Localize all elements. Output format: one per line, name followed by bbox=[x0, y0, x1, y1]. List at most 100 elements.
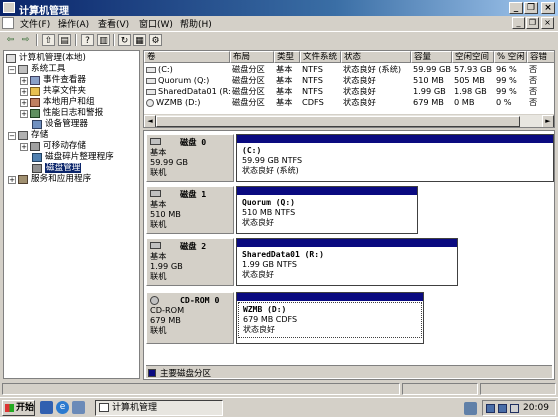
menu-window[interactable]: 窗口(W) bbox=[139, 17, 173, 30]
title-bar[interactable]: 计算机管理 _ ❐ × bbox=[0, 0, 558, 17]
expand-icon[interactable]: + bbox=[8, 175, 16, 184]
scroll-thumb[interactable] bbox=[156, 116, 520, 127]
mdi-close-button[interactable]: × bbox=[541, 17, 554, 29]
storage-icon bbox=[18, 131, 28, 140]
start-button[interactable]: 开始 bbox=[2, 400, 35, 416]
tray-network-icon[interactable] bbox=[464, 402, 477, 415]
taskbar-button-computer-management[interactable]: 计算机管理 bbox=[95, 400, 223, 416]
tray-icon[interactable] bbox=[498, 404, 507, 413]
column-header-status[interactable]: 状态 bbox=[341, 51, 411, 63]
quicklaunch-explorer-icon[interactable] bbox=[72, 401, 85, 414]
cd-drive-icon bbox=[150, 296, 159, 305]
disk-info[interactable]: 磁盘 1 基本 510 MB 联机 bbox=[146, 186, 234, 234]
quicklaunch-ie-icon[interactable]: e bbox=[56, 401, 69, 414]
column-header-fault-tolerance[interactable]: 容错 bbox=[527, 51, 554, 63]
expand-icon[interactable]: + bbox=[20, 109, 28, 118]
export-list-icon[interactable]: ▦ bbox=[133, 34, 146, 46]
cd-icon bbox=[146, 98, 154, 107]
clock[interactable]: 20:09 bbox=[523, 401, 549, 415]
column-header-type[interactable]: 类型 bbox=[274, 51, 300, 63]
horizontal-scrollbar[interactable]: ◄ ► bbox=[144, 114, 554, 127]
disk-info[interactable]: 磁盘 0 基本 59.99 GB 联机 bbox=[146, 134, 234, 182]
column-header-layout[interactable]: 布局 bbox=[230, 51, 274, 63]
computer-management-icon bbox=[99, 403, 109, 412]
forward-icon[interactable]: ⇨ bbox=[19, 34, 32, 46]
partition-block[interactable]: (C:) 59.99 GB NTFS 状态良好 (系统) bbox=[236, 134, 554, 182]
primary-partition-bar bbox=[237, 135, 553, 143]
menu-help[interactable]: 帮助(H) bbox=[180, 17, 212, 30]
tree-item-storage[interactable]: − 存储 bbox=[8, 130, 48, 141]
hard-disk-icon bbox=[150, 242, 161, 249]
disk-info[interactable]: CD-ROM 0 CD-ROM 679 MB 联机 bbox=[146, 292, 234, 344]
tree-item-disk-management[interactable]: 磁盘管理 bbox=[32, 163, 82, 174]
volume-list[interactable]: 卷 布局 类型 文件系统 状态 容量 空闲空间 % 空闲 容错 (C:) 磁盘分… bbox=[143, 50, 555, 128]
tree-item-local-users[interactable]: + 本地用户和组 bbox=[20, 97, 95, 108]
tree-item-defragmenter[interactable]: 磁盘碎片整理程序 bbox=[32, 152, 114, 163]
tray-volume-icon[interactable] bbox=[510, 404, 519, 413]
tree-item-performance-logs[interactable]: + 性能日志和警报 bbox=[20, 108, 103, 119]
disk-row[interactable]: 磁盘 1 基本 510 MB 联机 Quorum (Q:) 510 MB NTF… bbox=[146, 186, 554, 234]
mdi-minimize-button[interactable]: _ bbox=[512, 17, 525, 29]
menu-action[interactable]: 操作(A) bbox=[58, 17, 89, 30]
tree-item-shared-folders[interactable]: + 共享文件夹 bbox=[20, 86, 86, 97]
table-row[interactable]: (C:) 磁盘分区 基本 NTFS 状态良好 (系统) 59.99 GB 57.… bbox=[144, 64, 554, 75]
console-icon[interactable] bbox=[2, 17, 14, 29]
column-header-percent-free[interactable]: % 空闲 bbox=[494, 51, 527, 63]
performance-icon bbox=[30, 109, 40, 118]
menu-file[interactable]: 文件(F) bbox=[20, 17, 50, 30]
table-row[interactable]: WZMB (D:) 磁盘分区 基本 CDFS 状态良好 679 MB 0 MB … bbox=[144, 97, 554, 108]
tree-root[interactable]: 计算机管理(本地) bbox=[6, 53, 86, 64]
mdi-restore-button[interactable]: ❐ bbox=[526, 17, 539, 29]
column-header-capacity[interactable]: 容量 bbox=[411, 51, 452, 63]
window-title: 计算机管理 bbox=[19, 6, 69, 17]
help-icon[interactable]: ? bbox=[81, 34, 94, 46]
collapse-icon[interactable]: − bbox=[8, 131, 16, 140]
expand-icon[interactable]: + bbox=[20, 87, 28, 96]
expand-icon[interactable]: + bbox=[20, 98, 28, 107]
disk-management-icon bbox=[32, 164, 42, 173]
expand-icon[interactable]: + bbox=[20, 142, 28, 151]
refresh-icon[interactable]: ↻ bbox=[118, 34, 131, 46]
event-viewer-icon bbox=[30, 76, 40, 85]
scroll-left-icon[interactable]: ◄ bbox=[144, 115, 156, 127]
disk-row[interactable]: 磁盘 0 基本 59.99 GB 联机 (C:) 59.99 GB NTFS 状… bbox=[146, 134, 554, 182]
column-header-volume[interactable]: 卷 bbox=[144, 51, 230, 63]
primary-partition-bar bbox=[237, 187, 417, 195]
table-row[interactable]: Quorum (Q:) 磁盘分区 基本 NTFS 状态良好 510 MB 505… bbox=[144, 75, 554, 86]
show-tree-icon[interactable]: ▤ bbox=[58, 34, 71, 46]
partition-block[interactable]: Quorum (Q:) 510 MB NTFS 状态良好 bbox=[236, 186, 418, 234]
services-icon bbox=[18, 175, 28, 184]
column-header-filesystem[interactable]: 文件系统 bbox=[300, 51, 341, 63]
legend-label: 主要磁盘分区 bbox=[160, 369, 212, 379]
close-button[interactable]: × bbox=[541, 2, 555, 14]
quicklaunch-desktop-icon[interactable] bbox=[40, 401, 53, 414]
partition-block[interactable]: SharedData01 (R:) 1.99 GB NTFS 状态良好 bbox=[236, 238, 458, 286]
menu-view[interactable]: 查看(V) bbox=[98, 17, 129, 30]
tree-item-system-tools[interactable]: − 系统工具 bbox=[8, 64, 65, 75]
partition-block[interactable]: WZMB (D:) 679 MB CDFS 状态良好 bbox=[236, 292, 424, 344]
column-header-free-space[interactable]: 空闲空间 bbox=[452, 51, 494, 63]
windows-logo-icon bbox=[5, 404, 14, 412]
restore-button[interactable]: ❐ bbox=[524, 2, 538, 14]
tree-item-event-viewer[interactable]: + 事件查看器 bbox=[20, 75, 86, 86]
expand-icon[interactable]: + bbox=[20, 76, 28, 85]
scroll-right-icon[interactable]: ► bbox=[542, 115, 554, 127]
disk-row[interactable]: CD-ROM 0 CD-ROM 679 MB 联机 WZMB (D:) 679 … bbox=[146, 292, 554, 344]
properties-icon[interactable]: ▥ bbox=[97, 34, 110, 46]
table-row[interactable]: SharedData01 (R:) 磁盘分区 基本 NTFS 状态良好 1.99… bbox=[144, 86, 554, 97]
console-tree[interactable]: 计算机管理(本地) − 系统工具 + 事件查看器 + 共享文件夹 + 本地用户和组 + 性… bbox=[3, 50, 140, 379]
up-level-icon[interactable]: ⇧ bbox=[42, 34, 55, 46]
tree-item-device-manager[interactable]: 设备管理器 bbox=[32, 119, 88, 130]
toolbar: ⇦ ⇨ ⇧ ▤ ? ▥ ↻ ▦ ⚙ bbox=[0, 31, 558, 48]
tree-item-removable-storage[interactable]: + 可移动存储 bbox=[20, 141, 86, 152]
disk-info[interactable]: 磁盘 2 基本 1.99 GB 联机 bbox=[146, 238, 234, 286]
disk-row[interactable]: 磁盘 2 基本 1.99 GB 联机 SharedData01 (R:) 1.9… bbox=[146, 238, 554, 286]
back-icon[interactable]: ⇦ bbox=[4, 34, 17, 46]
tray-icon[interactable] bbox=[486, 404, 495, 413]
users-icon bbox=[30, 98, 40, 107]
collapse-icon[interactable]: − bbox=[8, 65, 16, 74]
disk-view[interactable]: 磁盘 0 基本 59.99 GB 联机 (C:) 59.99 GB NTFS 状… bbox=[143, 130, 555, 380]
disk-properties-icon[interactable]: ⚙ bbox=[149, 34, 162, 46]
tree-item-services-apps[interactable]: + 服务和应用程序 bbox=[8, 174, 91, 185]
minimize-button[interactable]: _ bbox=[509, 2, 523, 14]
